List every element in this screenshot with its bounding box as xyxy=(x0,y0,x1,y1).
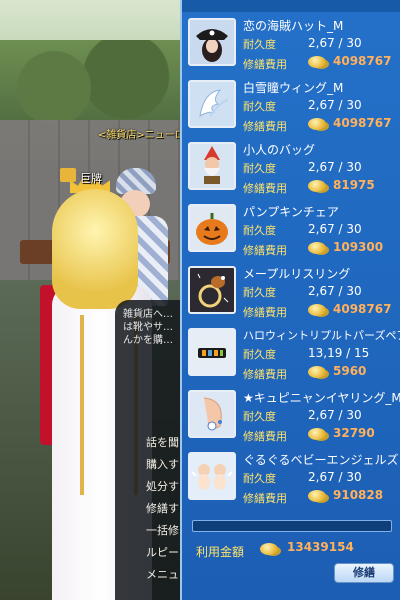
repair-cost: 4098767 xyxy=(333,54,392,68)
repair-cost: 4098767 xyxy=(333,116,392,130)
durability-value: 2,67 / 30 xyxy=(308,98,362,112)
coin-icon xyxy=(308,118,326,130)
cost-label: 修繕費用 xyxy=(243,430,287,443)
npc-name-tag: <雑貨店>ニューロ xyxy=(98,130,180,141)
coin-icon xyxy=(308,304,326,316)
coin-icon xyxy=(308,366,326,378)
total-cost-label: 利用金額 xyxy=(196,545,245,559)
durability-value: 2,67 / 30 xyxy=(308,222,362,236)
item-name: ★キュピニャンイヤリング_M xyxy=(243,391,400,405)
guild-emblem-icon xyxy=(60,168,76,182)
dwarf-bag-icon xyxy=(188,142,236,190)
cost-label: 修繕費用 xyxy=(243,492,287,505)
game-scene: <雑貨店>ニューロ 巨牌 雑貨店へ… は靴やサ… んかを購… 話を聞 購入す 処… xyxy=(0,0,180,600)
shop-menu-item[interactable]: メニュー xyxy=(140,564,180,586)
pirate-hat-icon xyxy=(188,18,236,66)
panel-title-bar xyxy=(182,0,400,12)
coin-icon xyxy=(308,428,326,440)
durability-value: 2,67 / 30 xyxy=(308,36,362,50)
repair-item[interactable]: 小人のバッグ 耐久度 2,67 / 30 修繕費用 81975 xyxy=(188,140,400,200)
shop-menu-item[interactable]: 話を聞 xyxy=(140,432,180,454)
durability-value: 2,67 / 30 xyxy=(308,160,362,174)
durability-label: 耐久度 xyxy=(243,38,276,51)
item-name: ハロウィントリプルトパーズペアリング xyxy=(243,329,400,342)
cost-label: 修繕費用 xyxy=(243,244,287,257)
repair-progress-bar xyxy=(192,520,392,532)
shop-menu-item[interactable]: 処分す xyxy=(140,476,180,498)
repair-cost: 5960 xyxy=(333,364,367,378)
durability-label: 耐久度 xyxy=(243,410,276,423)
repair-item[interactable]: ハロウィントリプルトパーズペアリング 耐久度 13,19 / 15 修繕費用 5… xyxy=(188,326,400,386)
durability-value: 13,19 / 15 xyxy=(308,346,370,360)
squirrel-ring-icon xyxy=(188,266,236,314)
item-name: メープルリスリング xyxy=(243,267,351,281)
durability-label: 耐久度 xyxy=(243,100,276,113)
shop-menu-item[interactable]: ルピー xyxy=(140,542,180,564)
repair-item[interactable]: ぐるぐるベビーエンジェルズ 耐久度 2,67 / 30 修繕費用 910828 xyxy=(188,450,400,510)
repair-item[interactable]: 白雪瞳ウィング_M 耐久度 2,67 / 30 修繕費用 4098767 xyxy=(188,78,400,138)
coin-icon xyxy=(308,180,326,192)
repair-button[interactable]: 修繕 xyxy=(334,563,394,583)
durability-value: 2,67 / 30 xyxy=(308,284,362,298)
repair-cost: 32790 xyxy=(333,426,375,440)
durability-value: 2,67 / 30 xyxy=(308,408,362,422)
cost-label: 修繕費用 xyxy=(243,182,287,195)
earring-icon xyxy=(188,390,236,438)
coin-icon xyxy=(308,490,326,502)
durability-label: 耐久度 xyxy=(243,224,276,237)
cost-label: 修繕費用 xyxy=(243,368,287,381)
cost-label: 修繕費用 xyxy=(243,120,287,133)
repair-cost: 4098767 xyxy=(333,302,392,316)
pumpkin-chair-icon xyxy=(188,204,236,252)
topaz-ring-icon xyxy=(188,328,236,376)
coin-icon xyxy=(308,242,326,254)
durability-label: 耐久度 xyxy=(243,162,276,175)
repair-cost: 81975 xyxy=(333,178,375,192)
repair-item[interactable]: 恋の海賊ハット_M 耐久度 2,67 / 30 修繕費用 4098767 xyxy=(188,16,400,76)
shop-menu-item[interactable]: 購入す xyxy=(140,454,180,476)
repair-cost: 109300 xyxy=(333,240,384,254)
repair-cost: 910828 xyxy=(333,488,384,502)
shop-dialog-message: 雑貨店へ… は靴やサ… んかを購… xyxy=(123,309,173,346)
durability-label: 耐久度 xyxy=(243,472,276,485)
wing-icon xyxy=(188,80,236,128)
cost-label: 修繕費用 xyxy=(243,58,287,71)
baby-angels-icon xyxy=(188,452,236,500)
item-name: 白雪瞳ウィング_M xyxy=(243,81,344,95)
durability-label: 耐久度 xyxy=(243,286,276,299)
repair-item[interactable]: ★キュピニャンイヤリング_M 耐久度 2,67 / 30 修繕費用 32790 xyxy=(188,388,400,448)
coin-icon xyxy=(260,543,278,555)
coin-icon xyxy=(308,56,326,68)
item-name: ぐるぐるベビーエンジェルズ xyxy=(243,453,399,467)
item-name: 恋の海賊ハット_M xyxy=(243,19,344,33)
cost-label: 修繕費用 xyxy=(243,306,287,319)
total-cost-value: 13439154 xyxy=(287,540,354,554)
shop-menu-item[interactable]: 修繕す xyxy=(140,498,180,520)
repair-item[interactable]: パンプキンチェア 耐久度 2,67 / 30 修繕費用 109300 xyxy=(188,202,400,262)
shop-menu-item[interactable]: 一括修 xyxy=(140,520,180,542)
player-hair xyxy=(52,189,138,309)
item-name: 小人のバッグ xyxy=(243,143,316,157)
shop-dialog: 雑貨店へ… は靴やサ… んかを購… 話を聞 購入す 処分す 修繕す 一括修 ルピ… xyxy=(115,300,180,600)
shop-menu: 話を聞 購入す 処分す 修繕す 一括修 ルピー メニュー xyxy=(140,432,180,586)
durability-value: 2,67 / 30 xyxy=(308,470,362,484)
repair-item[interactable]: メープルリスリング 耐久度 2,67 / 30 修繕費用 4098767 xyxy=(188,264,400,324)
player-name: 巨牌 xyxy=(80,172,102,185)
durability-label: 耐久度 xyxy=(243,348,276,361)
repair-panel: 恋の海賊ハット_M 耐久度 2,67 / 30 修繕費用 4098767 白雪瞳… xyxy=(180,0,400,600)
item-name: パンプキンチェア xyxy=(243,205,339,219)
